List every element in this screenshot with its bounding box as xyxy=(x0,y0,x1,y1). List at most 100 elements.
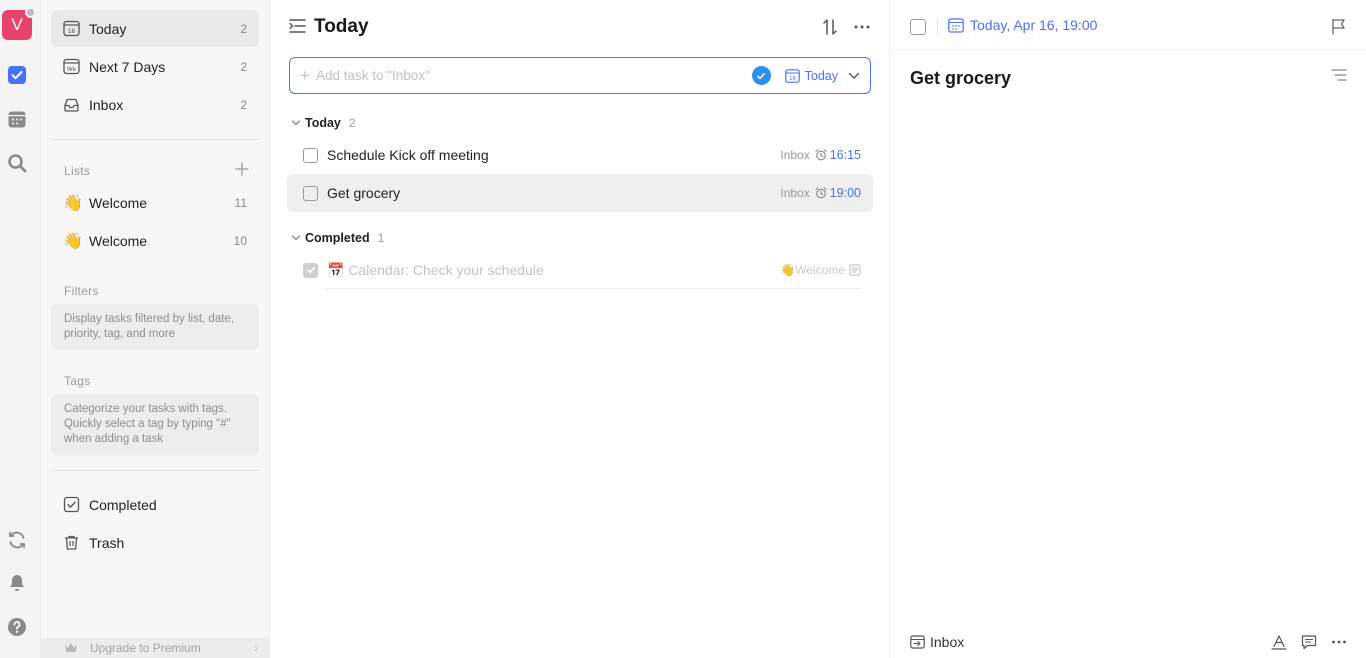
avatar-badge xyxy=(25,7,36,18)
task-title: Get grocery xyxy=(327,185,401,201)
search-icon xyxy=(8,154,27,173)
sidebar-list-welcome[interactable]: 👋 Welcome 10 xyxy=(51,222,259,259)
sidebar-item-label: Trash xyxy=(89,534,125,551)
task-list-name: Inbox xyxy=(780,186,810,200)
detail-date-label: Today, Apr 16, 19:00 xyxy=(970,17,1098,33)
sidebar-item-count: 2 xyxy=(240,59,247,74)
calendar-16-icon: 16 xyxy=(63,20,80,37)
add-list-button[interactable] xyxy=(234,161,250,177)
task-meta: Inbox 16:15 xyxy=(780,148,861,162)
calendar-icon xyxy=(8,111,26,128)
sidebar-item-inbox[interactable]: Inbox 2 xyxy=(51,86,259,123)
add-task-date-button[interactable]: 16 Today xyxy=(784,68,838,83)
task-row-selected[interactable]: Get grocery Inbox 19:00 xyxy=(287,174,873,212)
detail-task-title[interactable]: Get grocery xyxy=(910,68,1011,89)
detail-header: Today, Apr 16, 19:00 xyxy=(891,0,1366,50)
wave-emoji-icon: 👋 xyxy=(63,194,83,212)
sidebar-item-today[interactable]: 16 Today 2 xyxy=(51,10,259,47)
user-avatar[interactable]: V xyxy=(2,7,36,40)
sort-button[interactable] xyxy=(822,18,838,41)
task-meta: 👋Welcome xyxy=(780,263,861,277)
add-task-input[interactable] xyxy=(315,68,752,83)
plus-icon: + xyxy=(300,65,310,85)
rail-calendar-button[interactable] xyxy=(5,107,29,131)
sidebar-item-completed[interactable]: Completed xyxy=(51,486,259,523)
add-task-date-label: Today xyxy=(804,68,838,83)
sidebar-item-label: Next 7 Days xyxy=(89,58,166,75)
inbox-move-icon[interactable] xyxy=(910,635,925,649)
task-time: 16:15 xyxy=(829,148,861,162)
chevron-down-icon xyxy=(291,120,301,126)
menu-collapse-icon xyxy=(289,19,306,33)
completed-checkbox[interactable] xyxy=(303,262,318,278)
sidebar-list-welcome[interactable]: 👋 Welcome 11 xyxy=(51,184,259,221)
detail-toolbar xyxy=(1271,634,1347,650)
alarm-clock-icon xyxy=(815,187,827,199)
task-list-name: Inbox xyxy=(780,148,810,162)
add-task-box: + 16 Today xyxy=(289,57,871,94)
text-format-icon[interactable] xyxy=(1271,634,1287,650)
rail-tasks-button[interactable] xyxy=(5,63,29,87)
group-count: 1 xyxy=(377,231,385,245)
crown-icon xyxy=(65,643,77,652)
calendar-icon xyxy=(948,17,964,33)
sidebar-item-trash[interactable]: Trash xyxy=(51,524,259,561)
calendar-week-label: We xyxy=(67,67,77,73)
calendar-week-icon: We xyxy=(63,58,80,75)
chevron-right-icon: › xyxy=(254,641,258,655)
sidebar-item-label: Today xyxy=(89,20,127,37)
task-list-panel: Today + 16 Today Today 2 Schedule Kick o… xyxy=(271,0,890,658)
detail-list-label[interactable]: Inbox xyxy=(930,634,964,650)
chevron-down-icon[interactable] xyxy=(848,72,860,80)
sidebar-item-label: Welcome xyxy=(89,194,148,211)
sidebar-item-count: 2 xyxy=(240,97,247,112)
checkbox-icon xyxy=(8,66,26,84)
tags-section-title: Tags xyxy=(64,374,91,388)
wave-emoji-icon: 👋 xyxy=(63,232,83,250)
sidebar-item-label: Welcome xyxy=(89,232,148,249)
task-row[interactable]: Schedule Kick off meeting Inbox 16:15 xyxy=(287,136,873,174)
sidebar-item-next-7-days[interactable]: We Next 7 Days 2 xyxy=(51,48,259,85)
detail-date-button[interactable]: Today, Apr 16, 19:00 xyxy=(948,17,1097,33)
plus-icon xyxy=(235,162,249,176)
alarm-clock-icon xyxy=(815,149,827,161)
chevron-down-icon xyxy=(291,235,301,241)
rail-notifications-button[interactable] xyxy=(5,571,29,595)
task-checkbox[interactable] xyxy=(303,147,318,163)
upgrade-banner[interactable]: Upgrade to Premium › xyxy=(41,638,270,658)
filters-hint[interactable]: Display tasks filtered by list, date, pr… xyxy=(51,304,259,350)
task-title: Schedule Kick off meeting xyxy=(327,147,489,163)
task-detail-panel: Today, Apr 16, 19:00 Get grocery Inbox xyxy=(891,0,1366,658)
rail-sync-button[interactable] xyxy=(5,528,29,552)
group-label: Today xyxy=(305,116,341,130)
task-time: 19:00 xyxy=(829,186,861,200)
toggle-sidebar-button[interactable] xyxy=(289,18,307,39)
comment-icon[interactable] xyxy=(1301,634,1317,650)
group-header-today[interactable]: Today 2 xyxy=(290,116,356,130)
confirm-check-icon[interactable] xyxy=(751,66,771,85)
group-label: Completed xyxy=(305,231,370,245)
tags-hint[interactable]: Categorize your tasks with tags. Quickly… xyxy=(51,394,259,455)
task-divider xyxy=(325,288,861,289)
completed-task-row[interactable]: 📅 Calendar: Check your schedule 👋Welcome xyxy=(287,251,873,289)
more-horizontal-icon[interactable] xyxy=(1331,634,1347,650)
priority-flag-button[interactable] xyxy=(1331,18,1347,40)
group-header-completed[interactable]: Completed 1 xyxy=(290,231,384,245)
avatar-letter: V xyxy=(11,15,23,34)
bell-icon xyxy=(10,575,24,591)
note-icon xyxy=(849,264,861,276)
calendar-day-number: 16 xyxy=(789,76,796,82)
more-options-button[interactable] xyxy=(853,18,871,41)
app-rail: V xyxy=(0,0,41,658)
sidebar-item-count: 2 xyxy=(240,21,247,36)
rail-help-button[interactable] xyxy=(5,615,29,639)
sidebar-item-count: 10 xyxy=(233,233,247,248)
detail-task-checkbox[interactable] xyxy=(910,19,926,35)
description-mode-button[interactable] xyxy=(1331,68,1347,87)
rail-search-button[interactable] xyxy=(5,151,29,175)
inbox-icon xyxy=(63,96,80,113)
task-meta: Inbox 19:00 xyxy=(780,186,861,200)
calendar-day-number: 16 xyxy=(68,28,76,35)
task-checkbox[interactable] xyxy=(303,185,318,201)
task-title: 📅 Calendar: Check your schedule xyxy=(327,261,544,278)
